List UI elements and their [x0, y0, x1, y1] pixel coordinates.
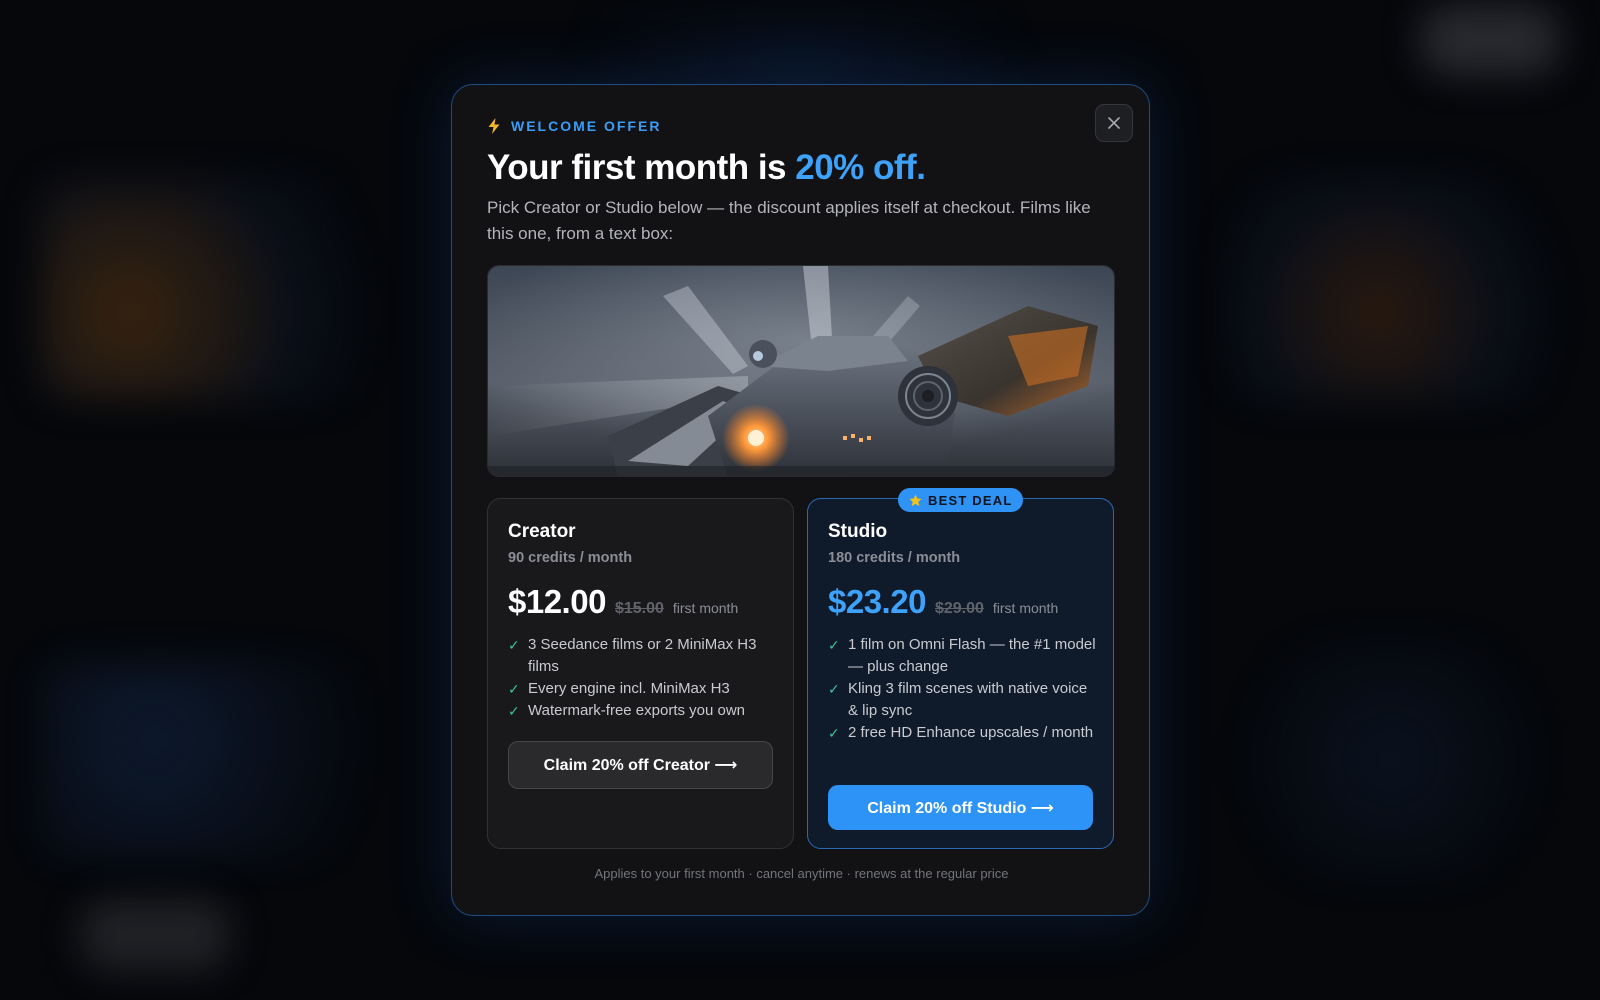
background-card [40, 660, 420, 860]
eyebrow: WELCOME OFFER [487, 118, 661, 134]
background-card [1220, 640, 1560, 880]
plan-credits: 180 credits / month [828, 550, 961, 566]
plan-card-creator: Creator 90 credits / month $12.00 $15.00… [487, 498, 794, 849]
feature-text: Kling 3 film scenes with native voice & … [848, 680, 1088, 719]
feature-text: 3 Seedance films or 2 MiniMax H3 films [528, 636, 757, 675]
feature-text: Every engine incl. MiniMax H3 [528, 680, 730, 697]
plan-credits: 90 credits / month [508, 550, 633, 566]
best-deal-badge: BEST DEAL [898, 488, 1024, 512]
title-prefix: Your first month is [487, 148, 796, 187]
hero-image [488, 266, 1114, 476]
feature-text: 2 free HD Enhance upscales / month [848, 724, 1094, 741]
price-note: first month [672, 600, 739, 616]
feature-item: ✓ Watermark-free exports you own [508, 700, 780, 722]
check-icon: ✓ [508, 637, 520, 653]
welcome-offer-modal: WELCOME OFFER Your first month is 20% of… [451, 84, 1150, 916]
plan-name: Studio [828, 521, 888, 542]
feature-text: 1 film on Omni Flash — the #1 model — pl… [848, 636, 1096, 675]
check-icon: ✓ [508, 703, 520, 719]
discounted-price: $12.00 [508, 583, 606, 620]
close-button[interactable] [1095, 104, 1133, 142]
modal-title: Your first month is 20% off. [487, 148, 926, 188]
original-price: $15.00 [614, 600, 664, 617]
eyebrow-label: WELCOME OFFER [511, 118, 662, 134]
feature-list: ✓ 1 film on Omni Flash — the #1 model — p… [828, 634, 1100, 744]
claim-creator-button[interactable]: Claim 20% off Creator ⟶ [508, 741, 773, 789]
claim-studio-button[interactable]: Claim 20% off Studio ⟶ [828, 785, 1093, 830]
check-icon: ✓ [508, 681, 520, 697]
price-row: $23.20 $29.00 first month [828, 583, 1058, 621]
plan-name: Creator [508, 521, 576, 542]
feature-item: ✓ 2 free HD Enhance upscales / month [828, 722, 1100, 744]
feature-item: ✓ Every engine incl. MiniMax H3 [508, 678, 780, 700]
feature-item: ✓ Kling 3 film scenes with native voice &… [828, 678, 1100, 722]
original-price: $29.00 [934, 600, 984, 617]
background-button [80, 900, 230, 970]
discounted-price: $23.20 [828, 583, 926, 620]
bolt-icon [488, 118, 500, 134]
footnote: Applies to your first month · cancel any… [594, 866, 1009, 881]
check-icon: ✓ [828, 725, 840, 741]
modal-subtitle: Pick Creator or Studio below — the disco… [487, 198, 1091, 243]
check-icon: ✓ [828, 681, 840, 697]
background-card [40, 180, 400, 400]
close-icon [1108, 117, 1120, 129]
price-note: first month [992, 600, 1059, 616]
badge-label: BEST DEAL [928, 492, 1013, 508]
hero-film-still [487, 265, 1115, 477]
feature-text: Watermark-free exports you own [528, 702, 746, 719]
plan-card-studio: BEST DEAL Studio 180 credits / month $23… [807, 488, 1114, 849]
background-card [1230, 180, 1560, 400]
price-row: $12.00 $15.00 first month [508, 583, 738, 621]
feature-item: ✓ 3 Seedance films or 2 MiniMax H3 films [508, 634, 780, 678]
title-discount: 20% off. [795, 148, 926, 187]
background-button [1420, 5, 1560, 75]
check-icon: ✓ [828, 637, 840, 653]
feature-list: ✓ 3 Seedance films or 2 MiniMax H3 films … [508, 634, 780, 722]
star-icon [909, 493, 922, 506]
feature-item: ✓ 1 film on Omni Flash — the #1 model — p… [828, 634, 1100, 678]
